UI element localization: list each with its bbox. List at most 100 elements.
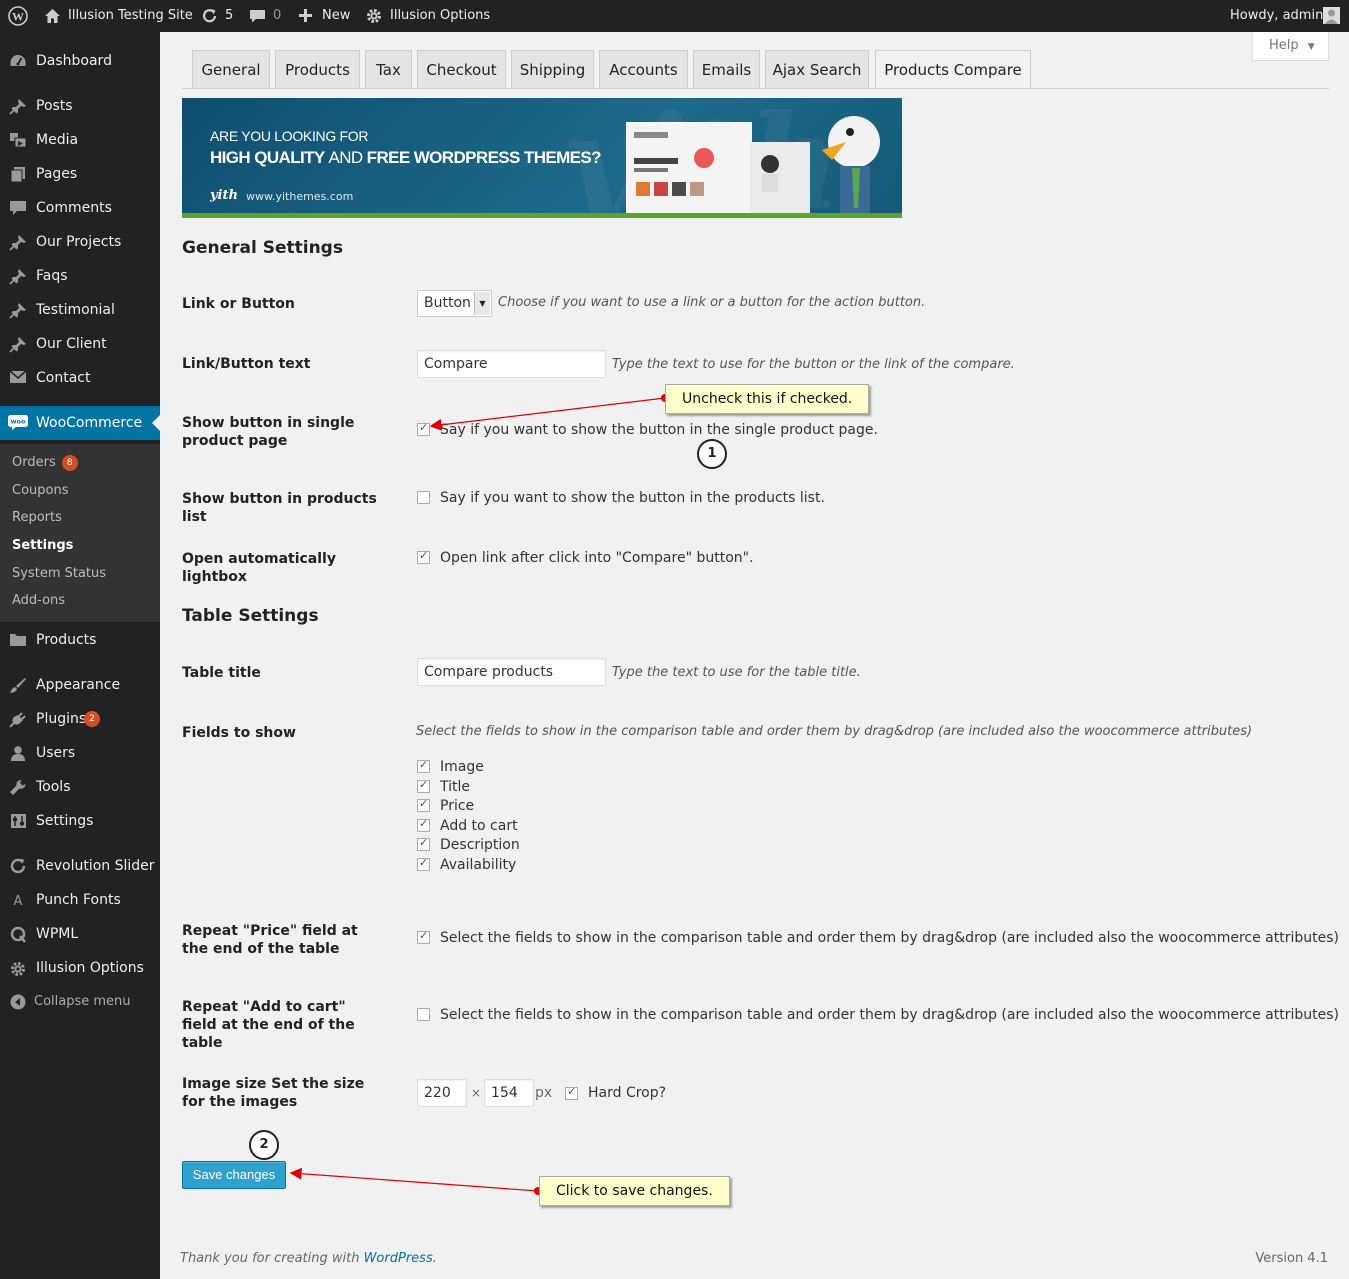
updates-icon[interactable] (201, 0, 218, 32)
new-plus-icon[interactable] (298, 0, 313, 32)
wordpress-link[interactable]: WordPress (364, 1251, 433, 1266)
sidebar-item-posts[interactable]: Posts (0, 89, 160, 123)
repeat-price-checkbox[interactable] (417, 929, 430, 944)
sidebar-item-pages[interactable]: Pages (0, 157, 160, 191)
sidebar-item-label: Plugins (36, 711, 87, 727)
tab-shipping[interactable]: Shipping (511, 50, 594, 88)
tab-emails[interactable]: Emails (693, 50, 760, 88)
pin-icon (8, 234, 28, 251)
px-unit: px (535, 1085, 553, 1101)
submenu-item-system-status[interactable]: System Status (12, 564, 106, 584)
sidebar-item-label: Products (36, 632, 97, 648)
button-text-input[interactable]: Compare (417, 350, 606, 378)
table-settings-heading: Table Settings (182, 606, 319, 626)
field-checkbox-title[interactable] (417, 778, 430, 793)
sidebar-item-faqs[interactable]: Faqs (0, 259, 160, 293)
sidebar-item-appearance[interactable]: Appearance (0, 668, 160, 702)
sidebar-item-label: Pages (36, 166, 78, 182)
submenu-item-coupons[interactable]: Coupons (12, 481, 69, 501)
comments-count[interactable]: 0 (273, 0, 281, 32)
sidebar-item-label: Posts (36, 98, 73, 114)
sidebar-item-wpml[interactable]: WPML (0, 917, 160, 951)
field-checkbox-availability[interactable] (417, 856, 430, 871)
sidebar-item-revolution-slider[interactable]: Revolution Slider (0, 849, 160, 883)
banner-url: www.yithemes.com (246, 190, 354, 203)
repeat-cart-checkbox[interactable] (417, 1008, 430, 1021)
submenu-item-orders[interactable]: Orders 8 (12, 453, 78, 473)
sidebar-item-comments[interactable]: Comments (0, 191, 160, 225)
tab-checkout[interactable]: Checkout (417, 50, 506, 88)
table-title-desc: Type the text to use for the table title… (612, 665, 861, 680)
sidebar-item-collapse-menu[interactable]: Collapse menu (0, 985, 160, 1019)
show-list-desc: Say if you want to show the button in th… (440, 490, 825, 506)
wordpress-logo-icon[interactable]: W (8, 0, 28, 32)
sidebar-item-users[interactable]: Users (0, 736, 160, 770)
sidebar-item-contact[interactable]: Contact (0, 361, 160, 395)
site-name-link[interactable]: Illusion Testing Site (68, 0, 193, 32)
hard-crop-checkbox[interactable] (565, 1085, 578, 1100)
lightbox-checkbox[interactable] (417, 549, 430, 564)
sidebar-item-our-client[interactable]: Our Client (0, 327, 160, 361)
tab-general[interactable]: General (192, 50, 270, 88)
fields-desc: Select the fields to show in the compari… (416, 724, 1253, 739)
table-title-input[interactable]: Compare products (417, 658, 606, 686)
hard-crop-label: Hard Crop? (588, 1085, 667, 1101)
link-or-button-value: Button (424, 295, 471, 311)
sidebar-item-illusion-options[interactable]: Illusion Options (0, 951, 160, 985)
image-height-input[interactable]: 154 (484, 1079, 534, 1107)
tab-accounts[interactable]: Accounts (599, 50, 688, 88)
help-button[interactable]: Help ▼ (1252, 32, 1329, 61)
svg-text:woo: woo (11, 418, 26, 426)
user-icon (8, 745, 28, 761)
sidebar-item-tools[interactable]: Tools (0, 770, 160, 804)
sidebar-item-media[interactable]: Media (0, 123, 160, 157)
submenu-item-settings[interactable]: Settings (12, 536, 73, 556)
tab-ajax-search[interactable]: Ajax Search (765, 50, 869, 88)
updates-count[interactable]: 5 (225, 0, 233, 32)
field-checkbox-description[interactable] (417, 836, 430, 851)
sidebar-item-dashboard[interactable]: Dashboard (0, 44, 160, 78)
sidebar-item-plugins[interactable]: Plugins 2 (0, 702, 160, 736)
save-changes-button[interactable]: Save changes (182, 1161, 286, 1189)
illusion-options-link[interactable]: Illusion Options (390, 0, 490, 32)
banner-free-themes: FREE WORDPRESS THEMES? (366, 148, 602, 167)
field-checkbox-price[interactable] (417, 797, 430, 812)
show-list-checkbox[interactable] (417, 491, 430, 504)
button-text-desc: Type the text to use for the button or t… (612, 357, 1015, 372)
banner-and: AND (328, 148, 363, 167)
pin-icon (8, 302, 28, 319)
sidebar-item-woocommerce[interactable]: woo WooCommerce (0, 406, 160, 440)
link-or-button-label: Link or Button (182, 296, 295, 312)
tab-products-compare[interactable]: Products Compare (875, 50, 1031, 89)
wpml-icon (8, 926, 28, 943)
field-label: Availability (440, 856, 517, 873)
avatar[interactable] (1323, 0, 1340, 32)
button-text-label: Link/Button text (182, 356, 311, 372)
sidebar-item-testimonial[interactable]: Testimonial (0, 293, 160, 327)
sidebar-item-label: Our Projects (36, 234, 122, 250)
sidebar-item-settings[interactable]: Settings (0, 804, 160, 838)
woocommerce-submenu: Orders 8 Coupons Reports Settings System Stat… (0, 444, 160, 622)
font-icon: A (8, 892, 28, 909)
howdy-user-link[interactable]: Howdy, admin (1230, 0, 1323, 32)
submenu-item-label: Orders (12, 455, 56, 470)
comments-icon[interactable] (249, 0, 266, 32)
sidebar-item-label: Illusion Options (36, 960, 144, 976)
sidebar-item-our-projects[interactable]: Our Projects (0, 225, 160, 259)
tab-tax[interactable]: Tax (365, 50, 412, 88)
show-single-checkbox[interactable] (417, 421, 430, 436)
link-or-button-select[interactable]: Button ▼ (417, 290, 492, 317)
submenu-item-add-ons[interactable]: Add-ons (12, 591, 65, 611)
field-checkbox-image[interactable] (417, 758, 430, 773)
sidebar-item-label: WPML (36, 926, 79, 942)
gear-icon[interactable] (365, 0, 383, 32)
sidebar-item-products[interactable]: Products (0, 623, 160, 657)
field-checkbox-add-to-cart[interactable] (417, 817, 430, 832)
image-width-input[interactable]: 220 (417, 1079, 467, 1107)
yith-banner[interactable]: yith ARE YOU LOOKING FOR HIGH QUALITY AN… (182, 98, 902, 218)
new-content-link[interactable]: New (322, 0, 350, 32)
sidebar-item-punch-fonts[interactable]: A Punch Fonts (0, 883, 160, 917)
tab-products[interactable]: Products (275, 50, 360, 88)
submenu-item-reports[interactable]: Reports (12, 508, 62, 528)
sidebar-item-label: Our Client (36, 336, 107, 352)
